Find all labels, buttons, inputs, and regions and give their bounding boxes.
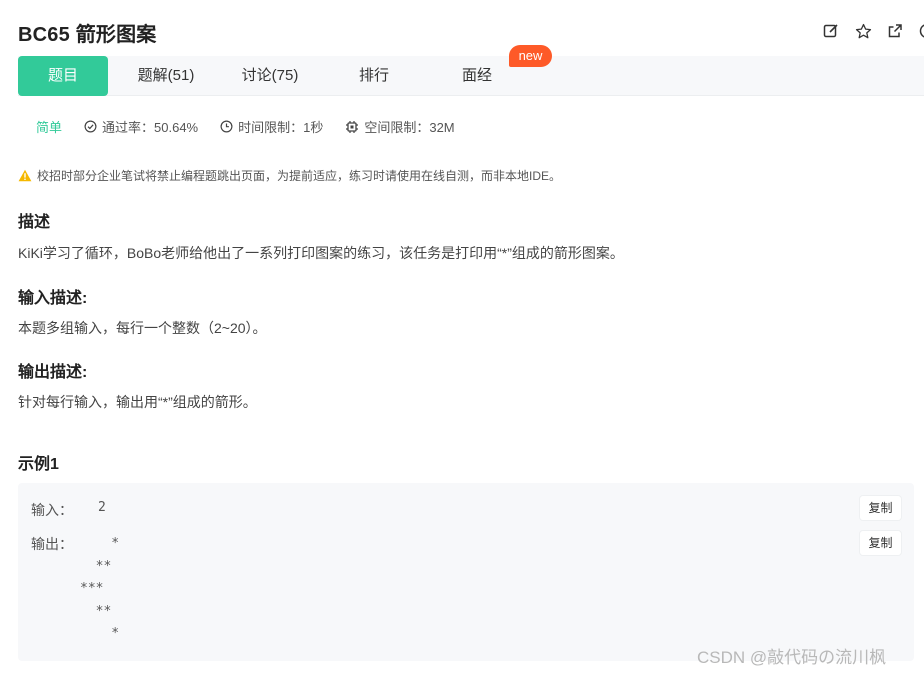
example-output-label: 输出： [31,536,73,552]
example-heading: 示例1 [18,456,59,473]
star-icon[interactable] [854,22,872,40]
input-description-heading: 输入描述: [18,290,88,307]
check-circle-icon [84,120,97,133]
external-link-icon[interactable] [886,22,904,40]
time-limit-text: 时间限制：1秒 [238,120,324,135]
copy-input-button[interactable]: 复制 [860,496,901,520]
page-title: BC65 箭形图案 [18,24,157,46]
example-input-value: 2 [98,500,106,515]
example-output-value: * ** *** ** * [80,536,120,641]
description-heading: 描述 [18,214,51,231]
description-text: KiKi学习了循环，BoBo老师给他出了一系列打印图案的练习，该任务是打印用“*… [18,245,624,261]
copy-output-button[interactable]: 复制 [860,531,901,555]
title-row: BC65 箭形图案 [18,18,157,47]
tab-solutions[interactable]: 题解(51) [121,56,211,96]
example-input-label: 输入： [31,502,73,518]
pass-rate: 通过率：50.64% [84,117,198,136]
notice-banner: 校招时部分企业笔试将禁止编程题跳出页面，为提前适应，练习时请使用在线自测，而非本… [18,167,561,184]
pass-rate-text: 通过率：50.64% [102,120,199,135]
edit-icon[interactable] [822,22,840,40]
notice-text: 校招时部分企业笔试将禁止编程题跳出页面，为提前适应，练习时请使用在线自测，而非本… [37,169,562,183]
space-limit-text: 空间限制：32M [364,120,455,135]
output-description-text: 针对每行输入，输出用“*”组成的箭形。 [18,394,257,410]
warning-icon [18,169,32,182]
space-limit: 空间限制：32M [345,117,455,136]
tab-ranking[interactable]: 排行 [329,56,419,96]
tab-problem[interactable]: 题目 [18,56,108,96]
tab-discussion[interactable]: 讨论(75) [225,56,315,96]
watermark: CSDN @敲代码の流川枫 [697,648,887,667]
output-description-heading: 输出描述: [18,364,88,381]
meta-row: 简单 通过率：50.64% 时间限制：1秒 空间限制：32M [36,117,477,136]
input-description-text: 本题多组输入，每行一个整数（2~20）。 [18,320,267,336]
tab-bar: 题目 题解(51) 讨论(75) 排行 面经 [18,56,924,96]
example-box: 输入： 2 复制 输出： * ** *** ** * 复制 [18,483,914,661]
difficulty-label: 简单 [36,120,63,135]
clock-icon [220,120,233,133]
new-badge: new [509,45,552,67]
header-actions [822,22,924,40]
chip-icon [346,120,359,133]
time-limit: 时间限制：1秒 [220,117,323,136]
info-icon[interactable] [918,22,924,40]
